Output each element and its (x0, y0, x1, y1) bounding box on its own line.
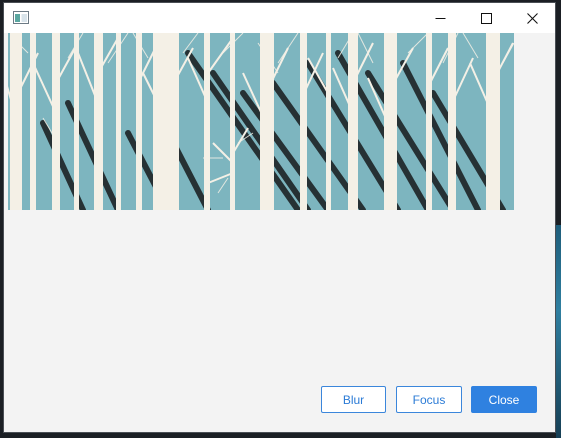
close-icon (526, 12, 538, 24)
minimize-button[interactable] (417, 3, 463, 33)
desktop-background (556, 225, 561, 438)
maximize-button[interactable] (463, 3, 509, 33)
blur-button[interactable]: Blur (321, 386, 386, 413)
forest-image (8, 33, 514, 210)
title-bar[interactable] (4, 3, 555, 33)
forest-birch-trees-image (8, 33, 514, 210)
window-close-button[interactable] (509, 3, 555, 33)
app-window: Blur Focus Close (3, 2, 556, 433)
caption-buttons (417, 3, 555, 33)
focus-button[interactable]: Focus (396, 386, 462, 413)
minimize-icon (435, 17, 445, 19)
close-button[interactable]: Close (471, 386, 537, 413)
app-window-icon (13, 11, 29, 24)
maximize-icon (480, 12, 492, 24)
